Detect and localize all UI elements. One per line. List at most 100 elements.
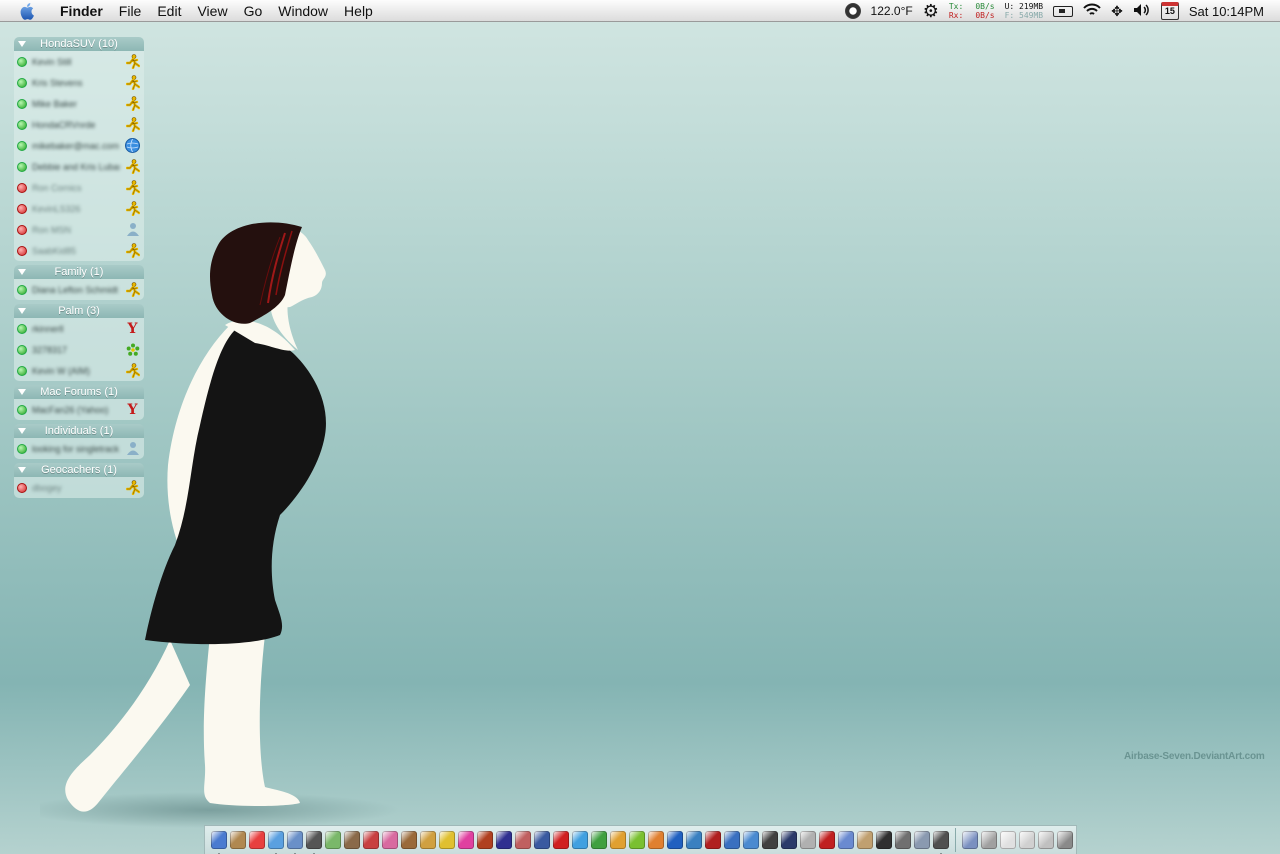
record-icon[interactable]: [705, 831, 721, 849]
itunes-icon[interactable]: [325, 831, 341, 849]
globe-icon[interactable]: [686, 831, 702, 849]
camera-icon[interactable]: [800, 831, 816, 849]
magnifier-icon[interactable]: [981, 831, 997, 849]
status-online-icon: [17, 344, 27, 355]
menu-extras: 122.0°F ⚙ Tx: Rx: 0B/s 0B/s U: 219MB F: …: [844, 0, 1280, 22]
finder-icon[interactable]: [211, 831, 227, 854]
buddy-row[interactable]: Mike Baker: [14, 93, 144, 114]
memory-free: F: 549MB: [1004, 11, 1044, 20]
address-book-icon[interactable]: [230, 831, 246, 849]
trash-icon[interactable]: [1057, 831, 1073, 849]
buddy-row[interactable]: Kris Stevens: [14, 72, 144, 93]
photo-booth-icon[interactable]: [363, 831, 379, 849]
powerpoint-icon[interactable]: [610, 831, 626, 849]
network-icon[interactable]: [534, 831, 550, 849]
search-icon[interactable]: [743, 831, 759, 849]
status-online-icon: [17, 161, 27, 172]
gear-icon[interactable]: ⚙: [923, 2, 939, 20]
word-icon[interactable]: [572, 831, 588, 849]
buddy-row[interactable]: Ron Cornics: [14, 177, 144, 198]
network-monitor[interactable]: Tx: Rx: 0B/s 0B/s: [949, 2, 995, 20]
ical-icon[interactable]: [249, 831, 265, 849]
status-online-icon: [17, 404, 27, 415]
vlc-icon[interactable]: [667, 831, 683, 849]
disclosure-triangle-icon[interactable]: [18, 467, 26, 473]
buddy-name: Debbie and Kris Lubas: [32, 161, 120, 172]
opera-icon[interactable]: [553, 831, 569, 849]
edit-menu[interactable]: Edit: [149, 0, 189, 22]
finder-menu[interactable]: Finder: [52, 0, 111, 22]
disclosure-triangle-icon[interactable]: [18, 308, 26, 314]
scanner-icon[interactable]: [914, 831, 930, 849]
status-online-icon: [17, 443, 27, 454]
script-editor-icon[interactable]: [477, 831, 493, 849]
disclosure-triangle-icon[interactable]: [18, 41, 26, 47]
net-rx-value: 0B/s: [975, 11, 995, 20]
aim-icon: [125, 201, 140, 216]
buddy-row[interactable]: mikebaker@mac.com: [14, 135, 144, 156]
buddy-name: Kris Stevens: [32, 77, 83, 88]
battery-plug-icon[interactable]: [1053, 5, 1074, 17]
buddy-name: HondaCRVnrde: [32, 119, 96, 130]
file-menu[interactable]: File: [111, 0, 150, 22]
status-online-icon: [17, 323, 27, 334]
stack-icon[interactable]: [1019, 831, 1035, 849]
calendar-icon[interactable]: 15: [1160, 2, 1179, 20]
disclosure-triangle-icon[interactable]: [18, 269, 26, 275]
volume-icon[interactable]: [1133, 3, 1151, 20]
aim-icon: [125, 180, 140, 195]
mac-globe-icon: [125, 138, 140, 153]
iphoto-icon[interactable]: [344, 831, 360, 849]
memory-monitor[interactable]: U: 219MB F: 549MB: [1005, 2, 1044, 20]
window-menu[interactable]: Window: [270, 0, 336, 22]
safari-icon[interactable]: [268, 831, 284, 854]
network-utility-icon[interactable]: [895, 831, 911, 849]
garage-band-icon[interactable]: [401, 831, 417, 849]
font-icon[interactable]: [838, 831, 854, 849]
firefox-icon[interactable]: [648, 831, 664, 849]
view-menu[interactable]: View: [189, 0, 235, 22]
document-icon[interactable]: [962, 831, 978, 849]
excel-icon[interactable]: [591, 831, 607, 849]
bluetooth-sync-icon[interactable]: ✥: [1111, 3, 1123, 20]
green-app-icon[interactable]: [629, 831, 645, 849]
disclosure-triangle-icon[interactable]: [18, 428, 26, 434]
dock-documents-section: [962, 831, 1076, 849]
window-icon[interactable]: [1000, 831, 1016, 849]
aim-icon: [125, 117, 140, 132]
lock-icon[interactable]: [857, 831, 873, 849]
preview-icon[interactable]: [382, 831, 398, 849]
disclosure-triangle-icon[interactable]: [18, 389, 26, 395]
buddy-row[interactable]: HondaCRVnrde: [14, 114, 144, 135]
apple-menu-icon[interactable]: [18, 2, 38, 20]
disk-icon[interactable]: [781, 831, 797, 849]
terminal-icon[interactable]: [306, 831, 322, 854]
wifi-icon[interactable]: [1083, 3, 1101, 20]
mail-icon[interactable]: [287, 831, 303, 854]
activity-monitor-icon[interactable]: [933, 831, 949, 854]
star-icon[interactable]: [496, 831, 512, 849]
pencil-icon[interactable]: [439, 831, 455, 849]
help-menu[interactable]: Help: [336, 0, 381, 22]
menu-bar: Finder File Edit View Go Window Help 122…: [0, 0, 1280, 22]
gear2-icon[interactable]: [876, 831, 892, 849]
buddy-row[interactable]: Debbie and Kris Lubas: [14, 156, 144, 177]
buddy-group-header[interactable]: HondaSUV (10): [14, 37, 144, 51]
temperature-reading[interactable]: 122.0°F: [871, 4, 913, 18]
gear-icon[interactable]: [762, 831, 778, 849]
stop-icon[interactable]: [819, 831, 835, 849]
wallpaper-figure-illustration: [20, 215, 400, 830]
flower-icon[interactable]: [458, 831, 474, 849]
memory-used: U: 219MB: [1004, 2, 1044, 11]
buddy-row[interactable]: Kevin Still: [14, 51, 144, 72]
quicktime-icon[interactable]: [724, 831, 740, 849]
status-online-icon: [17, 77, 27, 88]
go-menu[interactable]: Go: [236, 0, 271, 22]
buddy-name: KevinLS326: [32, 203, 81, 214]
menubar-clock[interactable]: Sat 10:14PM: [1189, 4, 1264, 19]
printer-icon[interactable]: [1038, 831, 1054, 849]
temperature-icon[interactable]: [844, 3, 861, 19]
status-offline-icon: [17, 224, 27, 235]
text-edit-icon[interactable]: [420, 831, 436, 849]
utility-icon[interactable]: [515, 831, 531, 849]
